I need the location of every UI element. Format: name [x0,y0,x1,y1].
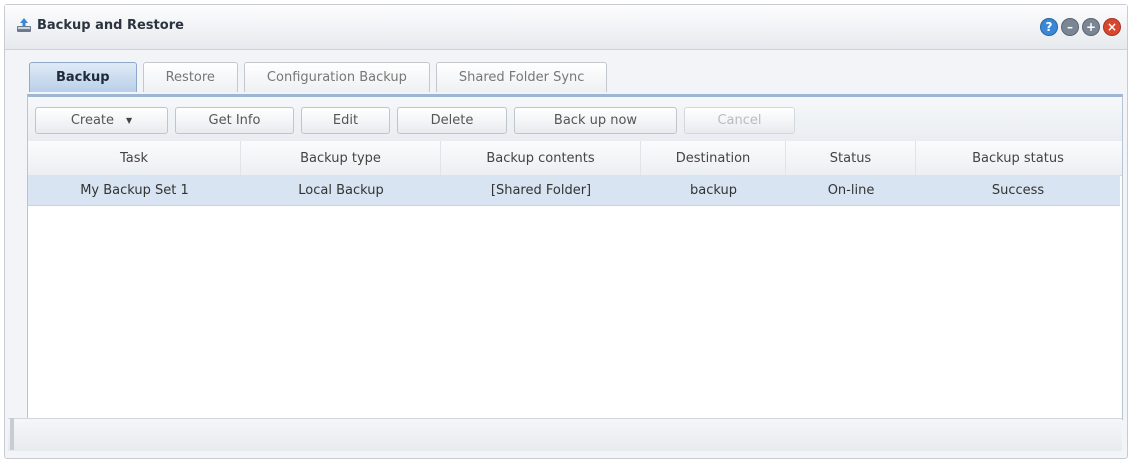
table-row[interactable]: My Backup Set 1 Local Backup [Shared Fol… [28,175,1120,206]
cell-backup-status: Success [991,182,1045,198]
column-header-backup-contents[interactable]: Backup contents [441,141,641,175]
create-button[interactable]: Create ▼ [35,107,168,134]
minimize-icon[interactable]: – [1061,18,1079,36]
get-info-button[interactable]: Get Info [175,107,294,134]
tab-backup[interactable]: Backup [29,62,137,92]
delete-button[interactable]: Delete [397,107,507,134]
help-icon[interactable]: ? [1040,18,1058,36]
tab-shared-folder-sync[interactable]: Shared Folder Sync [435,62,608,92]
tab-restore[interactable]: Restore [142,62,238,92]
backup-panel: Create ▼ Get Info Edit Delete Back up no… [27,94,1123,420]
cancel-button: Cancel [684,107,795,134]
status-bar [8,418,1122,451]
edit-button[interactable]: Edit [301,107,390,134]
window-edge [10,418,14,450]
maximize-icon[interactable]: + [1082,18,1100,36]
backup-app-icon [17,18,31,32]
back-up-now-button[interactable]: Back up now [514,107,677,134]
window-title: Backup and Restore [37,18,184,33]
cell-status: On-line [827,182,875,198]
column-header-task[interactable]: Task [28,141,241,175]
column-header-backup-status[interactable]: Backup status [916,141,1120,175]
tab-configuration-backup[interactable]: Configuration Backup [243,62,430,92]
cell-backup-type: Local Backup [298,182,384,198]
tab-bar: Backup Restore Configuration Backup Shar… [29,62,608,94]
cell-backup-contents: [Shared Folder] [490,182,592,198]
column-header-backup-type[interactable]: Backup type [241,141,441,175]
cell-task: My Backup Set 1 [80,182,189,198]
cell-destination: backup [690,182,737,198]
column-header-status[interactable]: Status [786,141,916,175]
dropdown-arrow-icon: ▼ [126,116,133,125]
toolbar: Create ▼ Get Info Edit Delete Back up no… [28,97,1122,142]
column-header-destination[interactable]: Destination [641,141,786,175]
table-header: Task Backup type Backup contents Destina… [28,141,1122,176]
title-bar[interactable]: Backup and Restore ? – + × [5,5,1127,50]
close-icon[interactable]: × [1103,18,1121,36]
backup-restore-window: Backup and Restore ? – + × Backup Restor… [4,4,1128,459]
create-label: Create [70,113,115,128]
